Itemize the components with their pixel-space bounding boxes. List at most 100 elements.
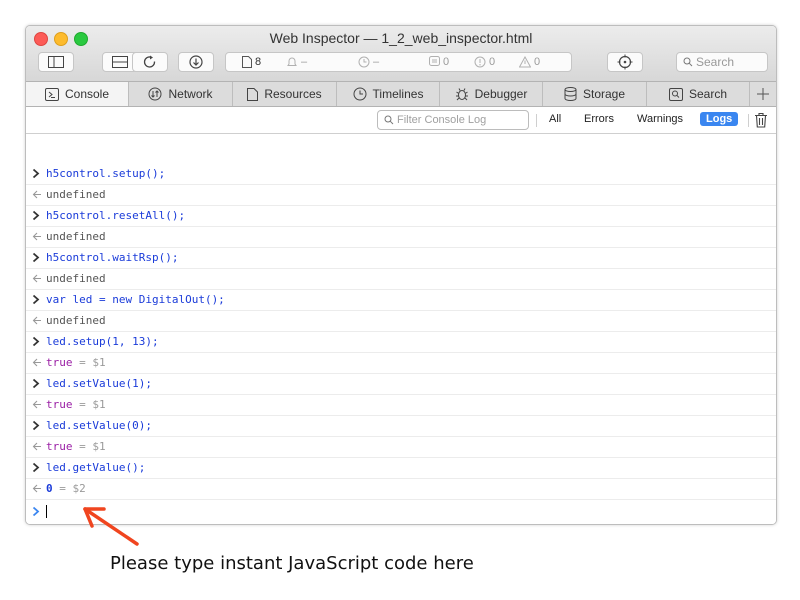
search-icon: [668, 87, 683, 101]
console-result-text: undefined: [46, 314, 106, 327]
result-arrow-icon: [32, 232, 41, 241]
console-input-entry: var led = new DigitalOut();: [26, 290, 776, 311]
timelines-icon: [353, 87, 367, 101]
variable-reference: = $1: [72, 440, 106, 453]
window-title: Web Inspector — 1_2_web_inspector.html: [269, 30, 533, 46]
console-input-entry: h5control.setup();: [26, 164, 776, 185]
console-input-entry: led.setValue(0);: [26, 416, 776, 437]
console-input-text: led.setup(1, 13);: [46, 335, 159, 348]
console-input-text: led.setValue(1);: [46, 377, 152, 390]
storage-icon: [564, 87, 577, 101]
title-bar: Web Inspector — 1_2_web_inspector.html 8…: [26, 26, 776, 82]
warning-icon: [519, 56, 531, 68]
annotation-caption: Please type instant JavaScript code here: [110, 553, 474, 574]
annotation-arrow-icon: [83, 507, 139, 546]
console-input-text: h5control.resetAll();: [46, 209, 186, 222]
result-arrow-icon: [32, 358, 41, 367]
download-button[interactable]: [178, 52, 214, 72]
input-chevron-icon: [32, 252, 40, 263]
log-count[interactable]: 0: [429, 56, 449, 68]
console-icon: [44, 87, 59, 101]
filter-all-button[interactable]: All: [549, 113, 561, 125]
console-input-text: led.setValue(0);: [46, 419, 152, 432]
input-chevron-icon: [32, 462, 40, 473]
crosshair-icon: [617, 54, 633, 70]
console-log: h5control.setup(); undefined h5control.r…: [26, 134, 776, 524]
tab-bar: Console Network Resources Timelines Debu…: [26, 82, 776, 107]
console-result-text: undefined: [46, 230, 106, 243]
filter-errors-button[interactable]: Errors: [584, 113, 614, 125]
dock-side-button[interactable]: [38, 52, 74, 72]
toolbar-search-field[interactable]: Search: [676, 52, 768, 72]
console-result-text: undefined: [46, 188, 106, 201]
console-result-text: 0 = $2: [46, 482, 86, 495]
input-chevron-icon: [32, 378, 40, 389]
variable-reference: = $1: [72, 398, 106, 411]
input-chevron-icon: [32, 294, 40, 305]
prompt-chevron-icon: [32, 506, 40, 517]
console-input-entry: led.getValue();: [26, 458, 776, 479]
web-inspector-window: Web Inspector — 1_2_web_inspector.html 8…: [25, 25, 777, 525]
inspect-element-button[interactable]: [607, 52, 643, 72]
clock-icon: [358, 56, 370, 68]
console-input-entry: led.setValue(1);: [26, 374, 776, 395]
variable-reference: = $2: [52, 482, 86, 495]
warning-count[interactable]: 0: [519, 56, 540, 68]
resource-count[interactable]: 8: [242, 56, 261, 68]
result-arrow-icon: [32, 316, 41, 325]
filter-logs-button[interactable]: Logs: [700, 112, 739, 126]
console-result-entry: true = $1: [26, 353, 776, 374]
timeline-duration[interactable]: –: [358, 56, 379, 68]
tab-network[interactable]: Network: [129, 82, 233, 106]
debugger-icon: [455, 88, 468, 101]
console-result-text: true = $1: [46, 398, 106, 411]
result-arrow-icon: [32, 484, 41, 493]
load-time[interactable]: –: [286, 56, 307, 68]
toolbar-search-placeholder: Search: [696, 55, 735, 69]
text-caret: [46, 505, 47, 518]
new-tab-button[interactable]: [750, 82, 776, 106]
tab-timelines[interactable]: Timelines: [337, 82, 440, 106]
dock-bottom-icon: [112, 56, 128, 68]
input-chevron-icon: [32, 210, 40, 221]
bell-icon: [287, 57, 297, 66]
tab-storage[interactable]: Storage: [543, 82, 647, 106]
console-result-entry: undefined: [26, 269, 776, 290]
result-arrow-icon: [32, 442, 41, 451]
console-result-entry: undefined: [26, 227, 776, 248]
boolean-value: true: [46, 398, 73, 411]
result-arrow-icon: [32, 274, 41, 283]
boolean-value: true: [46, 440, 73, 453]
filter-divider: [748, 114, 749, 127]
search-icon: [683, 57, 693, 67]
tab-resources[interactable]: Resources: [233, 82, 337, 106]
console-input-entry: h5control.waitRsp();: [26, 248, 776, 269]
filter-warnings-button[interactable]: Warnings: [637, 113, 683, 125]
console-input-text: h5control.waitRsp();: [46, 251, 179, 264]
console-result-entry: true = $1: [26, 395, 776, 416]
log-icon: [429, 56, 440, 66]
variable-reference: = $1: [72, 356, 106, 369]
filter-console-input[interactable]: Filter Console Log: [377, 110, 529, 130]
reload-button[interactable]: [132, 52, 168, 72]
boolean-value: true: [46, 356, 73, 369]
input-chevron-icon: [32, 336, 40, 347]
console-result-text: undefined: [46, 272, 106, 285]
error-icon: [474, 56, 486, 68]
tab-debugger[interactable]: Debugger: [440, 82, 543, 106]
filter-search-icon: [384, 115, 394, 125]
resources-icon: [247, 87, 259, 101]
console-filter-bar: Filter Console Log All Errors Warnings L…: [26, 107, 776, 134]
tab-search[interactable]: Search: [647, 82, 750, 106]
document-icon: [242, 56, 252, 68]
plus-icon: [757, 88, 769, 100]
console-result-entry: true = $1: [26, 437, 776, 458]
dock-side-icon: [48, 56, 64, 68]
reload-icon: [143, 55, 156, 68]
console-input-text: var led = new DigitalOut();: [46, 293, 225, 306]
tab-console[interactable]: Console: [26, 82, 129, 106]
clear-log-button[interactable]: [754, 112, 768, 133]
error-count[interactable]: 0: [474, 56, 495, 68]
download-icon: [189, 55, 203, 69]
console-result-text: true = $1: [46, 356, 106, 369]
